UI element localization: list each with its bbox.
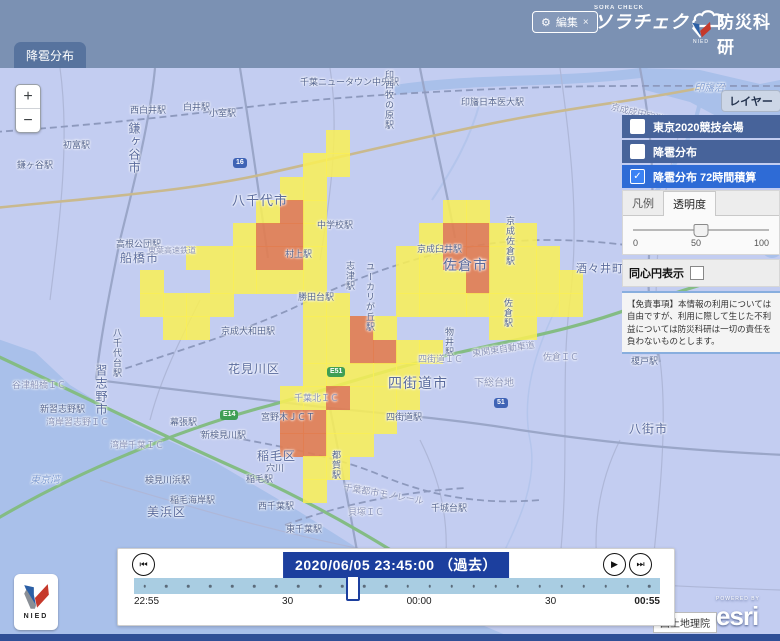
- timeline-dot: [319, 585, 322, 588]
- checkbox-checked-icon[interactable]: ✓: [630, 169, 645, 184]
- timeline-tick-labels: 22:55 30 00:00 30 00:55: [134, 596, 660, 608]
- layer-label: 降雹分布 72時間積算: [653, 169, 756, 185]
- timeline-dot: [341, 585, 344, 588]
- timeline-tick-label: 00:00: [407, 596, 432, 607]
- nied-logo-badge: NIED: [14, 574, 58, 630]
- app-window: 鎌ヶ谷市八千代市佐倉市四街道市花見川区稲毛区美浜区習志野市八街市船橋市酒々井町下…: [0, 0, 780, 641]
- timeline-dot: [275, 585, 278, 588]
- timeline-dot: [187, 585, 190, 588]
- nied-acronym: NIED: [693, 40, 709, 45]
- timeline-tick-label: 22:55: [134, 596, 159, 607]
- layers-button[interactable]: レイヤー: [721, 90, 780, 112]
- esri-wordmark: esri: [716, 601, 758, 631]
- concentric-label: 同心円表示: [629, 265, 684, 281]
- layer-item-hail-72h[interactable]: ✓ 降雹分布 72時間積算: [622, 165, 780, 188]
- timeline-dot: [209, 585, 212, 588]
- layer-item-hail[interactable]: 降雹分布: [622, 140, 780, 163]
- layer-label: 東京2020競技会場: [653, 119, 743, 135]
- timeline-panel: ⏮ 2020/06/05 23:45:00 （過去） ▶ ⏭ 22:55 30 00…: [117, 548, 675, 626]
- esri-logo[interactable]: POWERED BY esri: [716, 597, 760, 629]
- layer-panel: 東京2020競技会場 降雹分布 ✓ 降雹分布 72時間積算 凡例 透明度 0: [622, 115, 780, 354]
- slider-min-label: 0: [633, 238, 638, 248]
- nied-mark-icon: [690, 21, 712, 39]
- edit-button[interactable]: ⚙ 編集 ×: [532, 11, 598, 33]
- footer-strip: [0, 634, 780, 641]
- slider-thumb[interactable]: [694, 224, 709, 237]
- timeline-dot: [495, 585, 498, 588]
- layer-item-tokyo2020[interactable]: 東京2020競技会場: [622, 115, 780, 138]
- timeline-dot: [165, 585, 168, 588]
- layer-label: 降雹分布: [653, 144, 697, 160]
- timeline-dot: [429, 585, 432, 588]
- disclaimer-text: 【免責事項】本情報の利用については自由ですが、利用に際して生じた不利益については…: [622, 291, 780, 354]
- concentric-checkbox[interactable]: [690, 266, 704, 280]
- timeline-dot: [473, 585, 476, 588]
- slider-mid-label: 50: [691, 238, 701, 248]
- layers-button-label: レイヤー: [729, 93, 773, 109]
- timeline-track[interactable]: [134, 578, 660, 594]
- concentric-circle-panel: 同心円表示: [622, 259, 780, 287]
- timeline-dot: [626, 585, 629, 588]
- panel-tabs: 凡例 透明度: [623, 191, 779, 216]
- tab-label: 降雹分布: [26, 47, 74, 64]
- tab-opacity[interactable]: 透明度: [663, 191, 716, 216]
- play-button[interactable]: ▶: [603, 553, 626, 576]
- timeline-dot: [648, 585, 651, 588]
- timeline-dot: [451, 585, 454, 588]
- timeline-dot: [231, 585, 234, 588]
- skip-to-end-button[interactable]: ⏭: [629, 553, 652, 576]
- checkbox-unchecked-icon[interactable]: [630, 119, 645, 134]
- tab-hail-distribution[interactable]: 降雹分布: [14, 42, 86, 68]
- timeline-dot: [253, 585, 256, 588]
- nied-logo-icon: [21, 584, 51, 612]
- sora-check-subtitle: SORA CHECK: [594, 5, 689, 11]
- timeline-dot: [297, 585, 300, 588]
- timeline-dot: [517, 585, 520, 588]
- opacity-slider[interactable]: [633, 224, 769, 236]
- timeline-tick-label: 00:55: [634, 596, 660, 607]
- tab-legend[interactable]: 凡例: [623, 191, 663, 215]
- zoom-out-button[interactable]: −: [16, 109, 40, 132]
- timeline-dot: [560, 585, 563, 588]
- timeline-dot: [143, 585, 146, 588]
- edit-label: 編集: [556, 14, 578, 30]
- nied-word: NIED: [24, 613, 49, 620]
- timeline-tick-label: 30: [545, 596, 556, 607]
- checkbox-unchecked-icon[interactable]: [630, 144, 645, 159]
- timeline-dot: [604, 585, 607, 588]
- datetime-value: 2020/06/05 23:45:00: [295, 557, 435, 573]
- nied-header-logo: NIED 防災科研: [690, 8, 780, 58]
- timeline-dot: [582, 585, 585, 588]
- zoom-in-button[interactable]: +: [16, 85, 40, 109]
- slider-max-label: 100: [754, 238, 769, 248]
- sora-check-title: ソラチェク: [594, 13, 689, 31]
- skip-to-start-button[interactable]: ⏮: [132, 553, 155, 576]
- nied-name: 防災科研: [717, 8, 780, 58]
- gear-icon: ⚙: [541, 16, 551, 29]
- timeline-dot: [407, 585, 410, 588]
- legend-opacity-panel: 凡例 透明度 0 50 100: [622, 190, 780, 255]
- timeline-tick-label: 30: [282, 596, 293, 607]
- close-icon[interactable]: ×: [583, 17, 589, 28]
- header-bar: ⚙ 編集 × SORA CHECK ソラチェク NIED 防災科研: [0, 0, 780, 68]
- timeline-dot: [363, 585, 366, 588]
- timeline-dot: [385, 585, 388, 588]
- datetime-mode: （過去）: [439, 557, 497, 573]
- map-zoom-control: + −: [15, 84, 41, 133]
- timeline-dot: [538, 585, 541, 588]
- timeline-datetime: 2020/06/05 23:45:00 （過去）: [283, 552, 509, 578]
